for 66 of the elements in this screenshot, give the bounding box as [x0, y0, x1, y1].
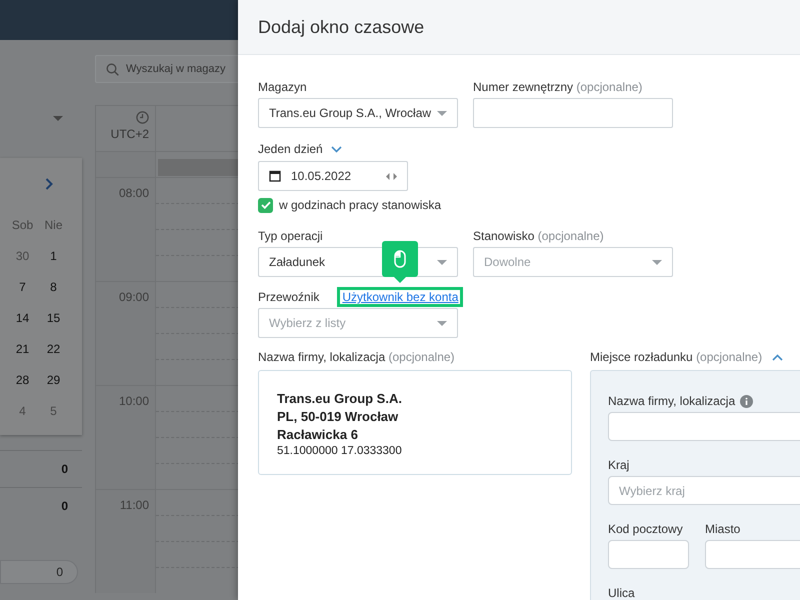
calendar-day[interactable]: 21	[7, 334, 38, 364]
summary-count: 0	[61, 499, 68, 513]
next-month-icon[interactable]	[45, 178, 53, 190]
calendar-day[interactable]: 7	[7, 272, 38, 302]
carrier-select[interactable]: Wybierz z listy	[258, 308, 458, 338]
field-label: Jeden dzień	[258, 141, 323, 157]
count-pill: 0	[0, 560, 78, 584]
field-label: Ulica	[608, 585, 636, 600]
hour-label: 09:00	[118, 290, 149, 304]
field-label: Numer zewnętrzny (opcjonalne)	[473, 79, 644, 95]
info-icon[interactable]	[740, 394, 754, 408]
coordinates-text: 51.1000000 17.0333300	[277, 444, 403, 459]
checkbox-label: w godzinach pracy stanowiska	[279, 197, 442, 213]
weekday-label: Sob	[10, 217, 34, 234]
search-placeholder: Wyszukaj w magazy	[126, 63, 226, 75]
field-label: Typ operacji	[258, 228, 324, 244]
chevron-icon[interactable]	[330, 146, 342, 152]
checkbox[interactable]	[258, 198, 273, 212]
account-link[interactable]: Użytkownik bez konta	[337, 287, 464, 307]
hour-label: 11:00	[120, 498, 149, 512]
weekday-label: Nie	[43, 217, 64, 234]
check-icon	[260, 201, 270, 209]
timezone-label: UTC+2	[110, 127, 149, 141]
input-field[interactable]	[705, 540, 800, 569]
dropdown-caret-icon	[437, 260, 447, 264]
address-line: PL, 50-019 Wrocław	[277, 408, 400, 426]
dropdown-caret-icon	[652, 260, 662, 264]
field-label: Nazwa firmy, lokalizacja (opcjonalne)	[258, 350, 455, 364]
summary-count: 0	[61, 462, 68, 476]
step-arrows-icon[interactable]	[386, 172, 397, 180]
clock-icon	[136, 111, 149, 124]
dropdown-caret-icon	[437, 320, 447, 326]
mouse-icon	[394, 250, 406, 268]
calendar-day[interactable]: 15	[38, 303, 69, 333]
field-label: Magazyn	[258, 79, 308, 95]
input-field[interactable]	[608, 540, 689, 569]
field-label: Kraj	[608, 457, 630, 473]
calendar-day[interactable]: 8	[38, 272, 69, 302]
panel-title: Dodaj okno czasowe	[258, 16, 424, 38]
dropdown-caret-icon	[437, 110, 447, 116]
calendar-icon	[269, 170, 281, 182]
warehouse-select[interactable]: Trans.eu Group S.A., Wrocław	[258, 98, 458, 128]
country-select[interactable]: Wybierz kraj	[608, 476, 800, 505]
section-label: Miejsce rozładunku (opcjonalne)	[590, 349, 762, 365]
hour-label: 10:00	[118, 394, 149, 408]
chevron-icon[interactable]	[772, 354, 784, 360]
calendar-day[interactable]: 28	[7, 365, 38, 395]
input-field[interactable]	[473, 98, 673, 128]
calendar-day[interactable]: 29	[38, 365, 69, 395]
calendar-day[interactable]: 1	[38, 241, 69, 271]
date-field[interactable]: 10.05.2022	[258, 161, 408, 191]
search-icon	[106, 62, 119, 76]
address-line: Racławicka 6	[277, 426, 359, 444]
calendar-day[interactable]: 22	[38, 334, 69, 364]
field-label: Kod pocztowy	[608, 521, 684, 537]
field-label: Przewoźnik	[258, 289, 320, 305]
dropdown-caret-icon	[53, 116, 63, 121]
calendar-day[interactable]: 14	[7, 303, 38, 333]
field-label: Miasto	[705, 521, 742, 537]
station-select[interactable]: Dowolne	[473, 247, 673, 277]
hour-label: 08:00	[118, 186, 149, 200]
field-label: Nazwa firmy, lokalizacja	[608, 393, 736, 409]
search-field[interactable]: Wyszukaj w magazy	[95, 55, 238, 83]
field-label: Stanowisko (opcjonalne)	[473, 228, 605, 244]
input-field[interactable]	[608, 412, 800, 441]
address-line: Trans.eu Group S.A.	[277, 390, 403, 408]
